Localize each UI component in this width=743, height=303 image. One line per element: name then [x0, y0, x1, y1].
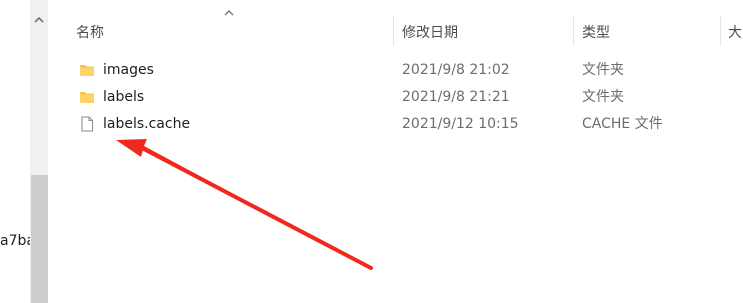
column-header-modified[interactable]: 修改日期 [402, 24, 572, 44]
file-type: CACHE 文件 [582, 116, 663, 132]
file-list-pane: 名称 修改日期 类型 大 images 2021/9/8 21:02 文件夹 l… [48, 0, 743, 303]
file-modified: 2021/9/12 10:15 [402, 116, 519, 132]
column-header-type[interactable]: 类型 [582, 24, 712, 44]
column-divider[interactable] [573, 16, 574, 46]
file-row-labels[interactable]: labels 2021/9/8 21:21 文件夹 [48, 84, 743, 110]
file-type: 文件夹 [582, 62, 624, 78]
navigation-pane: a7ba [0, 0, 30, 303]
column-header-name[interactable]: 名称 [76, 24, 386, 44]
column-header-size[interactable]: 大 [728, 24, 743, 44]
file-modified: 2021/9/8 21:21 [402, 89, 510, 105]
file-name: images [103, 62, 154, 78]
file-icon [81, 116, 93, 132]
column-divider[interactable] [393, 16, 394, 46]
chevron-up-icon [34, 17, 44, 23]
sort-ascending-icon [224, 10, 234, 16]
file-row-images[interactable]: images 2021/9/8 21:02 文件夹 [48, 57, 743, 83]
file-type: 文件夹 [582, 89, 624, 105]
nav-scrollbar[interactable] [30, 0, 48, 303]
file-modified: 2021/9/8 21:02 [402, 62, 510, 78]
file-name: labels [103, 89, 145, 105]
file-row-labels-cache[interactable]: labels.cache 2021/9/12 10:15 CACHE 文件 [48, 111, 743, 137]
file-name: labels.cache [103, 116, 191, 132]
scroll-up-button[interactable] [30, 0, 48, 40]
nav-item-partial[interactable]: a7ba [0, 233, 30, 249]
column-divider[interactable] [720, 16, 721, 46]
column-header-row: 名称 修改日期 类型 大 [48, 0, 743, 46]
folder-icon [80, 92, 94, 103]
scroll-thumb[interactable] [31, 175, 48, 303]
folder-icon [80, 65, 94, 76]
